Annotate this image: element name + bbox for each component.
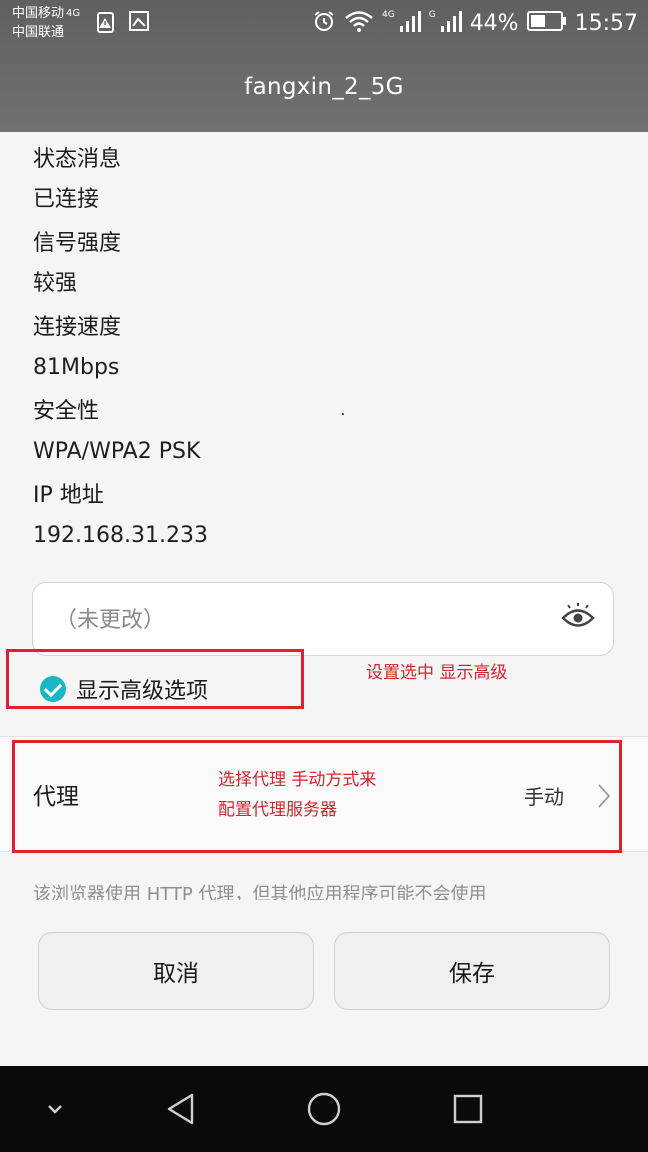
security-value: WPA/WPA2 PSK bbox=[33, 439, 201, 464]
recent-apps-icon[interactable] bbox=[450, 1066, 486, 1152]
save-button[interactable]: 保存 bbox=[334, 932, 610, 1010]
show-advanced-label: 显示高级选项 bbox=[76, 679, 209, 704]
cancel-button[interactable]: 取消 bbox=[38, 932, 314, 1010]
carrier-1: 中国移动 bbox=[12, 6, 65, 21]
alarm-icon bbox=[312, 9, 336, 37]
show-advanced-checkbox[interactable]: 显示高级选项 bbox=[40, 673, 208, 705]
security-label: 安全性 bbox=[33, 399, 100, 424]
password-field[interactable] bbox=[32, 582, 614, 656]
ip-address-label: IP 地址 bbox=[33, 483, 104, 508]
home-icon[interactable] bbox=[304, 1066, 344, 1152]
chevron-right-icon[interactable] bbox=[596, 782, 612, 814]
network-type-1: 4G bbox=[382, 10, 395, 20]
wifi-details: 状态消息 已连接 信号强度 较强 连接速度 81Mbps 安全性 WPA/WPA… bbox=[0, 132, 648, 900]
link-speed-value: 81Mbps bbox=[33, 355, 120, 380]
annotation-proxy-line-2: 配置代理服务器 bbox=[218, 800, 337, 820]
network-type-2: G bbox=[428, 10, 436, 20]
sim-alert-icon bbox=[96, 10, 118, 38]
proxy-note: 该浏览器使用 HTTP 代理，但其他应用程序可能不会使用 bbox=[33, 884, 487, 900]
battery-icon bbox=[526, 10, 567, 36]
status-value: 已连接 bbox=[33, 187, 100, 212]
status-label: 状态消息 bbox=[33, 147, 122, 172]
status-icons: 4G G 44% 15:57 bbox=[312, 6, 638, 40]
eye-icon[interactable] bbox=[561, 603, 595, 635]
ip-address-value: 192.168.31.233 bbox=[33, 523, 208, 548]
navigation-bar bbox=[0, 1066, 648, 1152]
annotation-proxy: 选择代理 手动方式来 配置代理服务器 bbox=[218, 765, 376, 825]
back-icon[interactable] bbox=[162, 1066, 198, 1152]
signal-icon-2 bbox=[440, 9, 462, 37]
info-list: 状态消息 已连接 信号强度 较强 连接速度 81Mbps 安全性 WPA/WPA… bbox=[33, 142, 208, 562]
battery-percent: 44% bbox=[469, 10, 519, 36]
clock: 15:57 bbox=[574, 10, 638, 36]
password-input[interactable] bbox=[53, 597, 537, 643]
top-bar: 中国移动 4G 中国联通 4G G 44% 15:57 fangxin_2_5G bbox=[0, 0, 648, 132]
link-speed-label: 连接速度 bbox=[33, 315, 122, 340]
signal-strength-value: 较强 bbox=[33, 271, 78, 296]
proxy-label: 代理 bbox=[33, 784, 79, 810]
stray-dot bbox=[342, 413, 344, 415]
signal-strength-label: 信号强度 bbox=[33, 231, 122, 256]
carrier-1-network: 4G bbox=[66, 8, 81, 19]
network-title: fangxin_2_5G bbox=[244, 74, 404, 100]
chevron-down-icon[interactable] bbox=[40, 1066, 70, 1152]
wifi-icon bbox=[344, 9, 374, 37]
annotation-proxy-line-1: 选择代理 手动方式来 bbox=[218, 770, 377, 790]
annotation-advanced: 设置选中 显示高级 bbox=[366, 663, 508, 683]
image-icon bbox=[128, 10, 150, 38]
notification-icons bbox=[96, 10, 150, 38]
carrier-info: 中国移动 4G 中国联通 bbox=[12, 4, 80, 42]
signal-icon-1 bbox=[399, 9, 421, 37]
check-circle-icon[interactable] bbox=[40, 676, 66, 702]
carrier-2: 中国联通 bbox=[12, 25, 65, 40]
proxy-value[interactable]: 手动 bbox=[524, 781, 564, 810]
